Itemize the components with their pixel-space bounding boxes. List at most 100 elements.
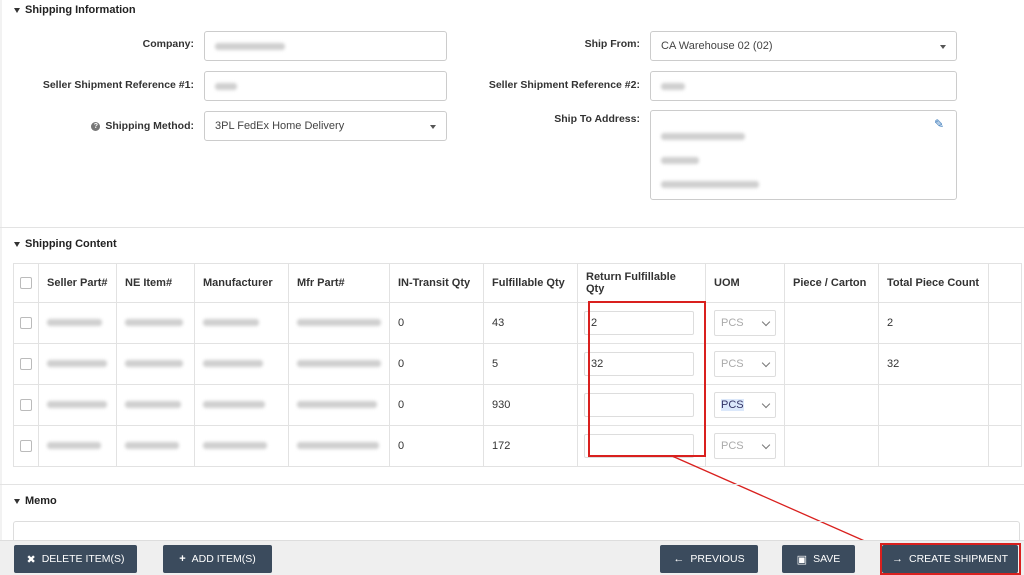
select-all-checkbox[interactable] xyxy=(20,277,32,290)
redacted-value xyxy=(203,401,265,408)
section-memo[interactable]: Memo xyxy=(14,495,57,507)
redacted-value xyxy=(297,360,381,367)
row-checkbox[interactable] xyxy=(20,317,32,330)
col-in-transit-qty[interactable]: IN-Transit Qty xyxy=(389,263,484,303)
previous-button[interactable]: ← PREVIOUS xyxy=(660,545,758,573)
total-piece-cell xyxy=(878,384,989,426)
uom-cell: PCS xyxy=(705,302,785,344)
redacted-value xyxy=(125,360,183,367)
ship-to-label: Ship To Address: xyxy=(554,113,640,125)
select-all-cell xyxy=(13,263,39,303)
seller-ref2-label: Seller Shipment Reference #2: xyxy=(488,79,640,91)
fulfillable-cell: 5 xyxy=(483,343,578,385)
manufacturer-cell xyxy=(194,343,289,385)
total-piece-cell: 32 xyxy=(878,343,989,385)
collapse-caret-icon xyxy=(14,241,20,247)
dropdown-caret-icon xyxy=(940,45,946,49)
seller-ref2-field[interactable] xyxy=(650,71,957,101)
redacted-value xyxy=(297,319,381,326)
dropdown-caret-icon xyxy=(430,125,436,129)
in-transit-cell: 0 xyxy=(389,384,484,426)
save-button[interactable]: ▣ SAVE xyxy=(782,545,855,573)
uom-select[interactable]: PCS xyxy=(714,351,776,377)
section-shipping-content[interactable]: Shipping Content xyxy=(14,238,117,250)
col-piece-carton[interactable]: Piece / Carton xyxy=(784,263,879,303)
fulfillable-cell: 172 xyxy=(483,425,578,467)
uom-select[interactable]: PCS xyxy=(714,392,776,418)
ship-from-value: CA Warehouse 02 (02) xyxy=(661,40,773,52)
piece-carton-cell xyxy=(784,302,879,344)
row-select-cell xyxy=(13,384,39,426)
action-bar xyxy=(0,540,1024,575)
delete-items-button[interactable]: ✖ DELETE ITEM(S) xyxy=(14,545,137,573)
company-field[interactable] xyxy=(204,31,447,61)
piece-carton-cell xyxy=(784,425,879,467)
col-mfr-part[interactable]: Mfr Part# xyxy=(288,263,390,303)
redacted-value xyxy=(661,133,745,140)
row-checkbox[interactable] xyxy=(20,399,32,412)
in-transit-cell: 0 xyxy=(389,425,484,467)
shipping-method-label: ? Shipping Method: xyxy=(91,120,194,132)
uom-select[interactable]: PCS xyxy=(714,310,776,336)
seller-part-cell xyxy=(38,343,117,385)
divider xyxy=(0,227,1024,228)
redacted-value xyxy=(125,442,179,449)
col-ne-item[interactable]: NE Item# xyxy=(116,263,195,303)
col-seller-part[interactable]: Seller Part# xyxy=(38,263,117,303)
redacted-value xyxy=(47,360,107,367)
in-transit-cell: 0 xyxy=(389,343,484,385)
piece-carton-cell xyxy=(784,343,879,385)
total-piece-cell: 2 xyxy=(878,302,989,344)
section-title: Shipping Content xyxy=(25,238,117,250)
row-select-cell xyxy=(13,343,39,385)
floppy-disk-icon: ▣ xyxy=(796,553,808,566)
total-piece-cell xyxy=(878,425,989,467)
ship-from-select[interactable]: CA Warehouse 02 (02) xyxy=(650,31,957,61)
add-items-button[interactable]: + ADD ITEM(S) xyxy=(163,545,272,573)
chevron-down-icon xyxy=(761,358,771,367)
annotation-highlight-box xyxy=(880,543,1021,575)
help-icon[interactable]: ? xyxy=(91,121,101,131)
redacted-value xyxy=(661,82,685,90)
spacer-cell xyxy=(988,343,1022,385)
section-title: Shipping Information xyxy=(25,4,136,16)
annotation-highlight-box xyxy=(588,301,706,457)
row-select-cell xyxy=(13,302,39,344)
seller-part-cell xyxy=(38,302,117,344)
mfr-part-cell xyxy=(288,302,390,344)
page-left-border xyxy=(0,0,2,575)
section-shipping-information[interactable]: Shipping Information xyxy=(14,4,136,16)
table-row: 0 930 PCS xyxy=(13,384,1022,426)
col-spacer xyxy=(988,263,1022,303)
edit-icon[interactable]: ✎ xyxy=(934,117,944,131)
redacted-value xyxy=(661,157,699,164)
table-row: 0 5 32 PCS 32 xyxy=(13,343,1022,385)
col-uom[interactable]: UOM xyxy=(705,263,785,303)
seller-ref1-field[interactable] xyxy=(204,71,447,101)
close-icon: ✖ xyxy=(26,553,36,566)
uom-cell: PCS xyxy=(705,384,785,426)
chevron-down-icon xyxy=(761,317,771,326)
row-checkbox[interactable] xyxy=(20,440,32,453)
uom-select[interactable]: PCS xyxy=(714,433,776,459)
redacted-value xyxy=(215,82,237,90)
uom-cell: PCS xyxy=(705,343,785,385)
redacted-value xyxy=(297,442,379,449)
col-total-piece-count[interactable]: Total Piece Count xyxy=(878,263,989,303)
redacted-value xyxy=(125,401,181,408)
shipping-method-select[interactable]: 3PL FedEx Home Delivery xyxy=(204,111,447,141)
col-return-fulfillable-qty[interactable]: Return Fulfillable Qty xyxy=(577,263,706,303)
col-fulfillable-qty[interactable]: Fulfillable Qty xyxy=(483,263,578,303)
mfr-part-cell xyxy=(288,343,390,385)
spacer-cell xyxy=(988,384,1022,426)
uom-cell: PCS xyxy=(705,425,785,467)
redacted-value xyxy=(47,401,107,408)
piece-carton-cell xyxy=(784,384,879,426)
redacted-value xyxy=(203,319,259,326)
col-manufacturer[interactable]: Manufacturer xyxy=(194,263,289,303)
shipping-method-value: 3PL FedEx Home Delivery xyxy=(215,120,345,132)
mfr-part-cell xyxy=(288,425,390,467)
ne-item-cell xyxy=(116,343,195,385)
arrow-left-icon: ← xyxy=(673,553,685,565)
row-checkbox[interactable] xyxy=(20,358,32,371)
